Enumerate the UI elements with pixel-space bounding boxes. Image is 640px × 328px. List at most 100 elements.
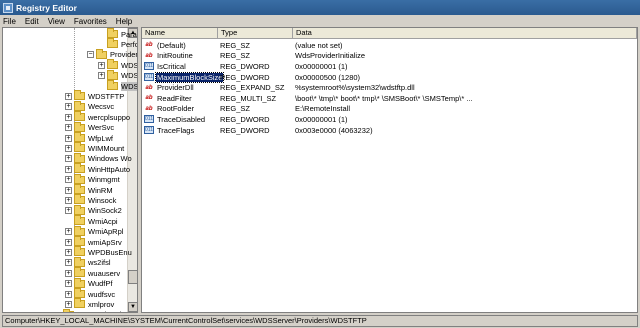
folder-icon bbox=[74, 246, 85, 257]
value-row[interactable]: 011 IsCritical REG_DWORD 0x00000001 (1) bbox=[142, 61, 637, 72]
menu-favorites[interactable]: Favorites bbox=[74, 17, 107, 26]
expand-icon[interactable]: + bbox=[65, 196, 72, 204]
folder-icon bbox=[74, 256, 85, 267]
tree-item[interactable]: MountedDevices bbox=[54, 308, 133, 312]
menu-edit[interactable]: Edit bbox=[25, 17, 39, 26]
tree-item[interactable]: + WerSvc bbox=[65, 121, 114, 133]
folder-icon bbox=[74, 163, 85, 174]
expand-icon[interactable]: + bbox=[65, 259, 72, 267]
expand-icon[interactable]: + bbox=[65, 290, 72, 298]
status-bar: Computer\HKEY_LOCAL_MACHINE\SYSTEM\Curre… bbox=[2, 315, 638, 327]
value-type-cell: REG_SZ bbox=[220, 40, 251, 50]
value-row[interactable]: 011 MaximumBlockSize REG_DWORD 0x00000500 (… bbox=[142, 71, 637, 83]
expand-icon[interactable]: + bbox=[65, 92, 72, 100]
tree-item[interactable]: Paramet bbox=[98, 28, 137, 39]
list-header: Name Type Data bbox=[142, 28, 637, 39]
expand-icon[interactable]: + bbox=[65, 228, 72, 236]
tree-item-label: Windows Wo bbox=[88, 154, 132, 164]
expand-icon[interactable]: + bbox=[65, 186, 72, 194]
folder-icon bbox=[74, 267, 85, 278]
expand-icon[interactable]: + bbox=[98, 61, 105, 69]
tree-item[interactable]: + Winsock bbox=[65, 194, 116, 205]
menu-file[interactable]: File bbox=[3, 17, 16, 26]
scroll-thumb[interactable] bbox=[128, 270, 137, 284]
column-header-data[interactable]: Data bbox=[293, 28, 637, 39]
value-type-cell: REG_SZ bbox=[220, 104, 251, 114]
folder-icon bbox=[74, 111, 85, 122]
expand-icon[interactable]: + bbox=[98, 72, 105, 80]
value-row[interactable]: ab ProviderDll REG_EXPAND_SZ %systemroot%\s… bbox=[142, 82, 637, 93]
tree-item[interactable]: + ws2ifsl bbox=[65, 256, 111, 268]
value-row[interactable]: ab ReadFilter REG_MULTI_SZ \boot\* \tmp\* b… bbox=[142, 93, 637, 104]
value-row[interactable]: ab (Default) REG_SZ (value not set) bbox=[142, 40, 637, 51]
tree-item-label: WDS bbox=[121, 60, 138, 70]
tree-item-label: Perform bbox=[121, 39, 137, 49]
tree-item-label: WPDBusEnu bbox=[88, 247, 132, 257]
expand-icon[interactable]: + bbox=[65, 155, 72, 163]
tree-item-label: xmlprov bbox=[88, 299, 115, 309]
expand-icon[interactable]: + bbox=[65, 248, 72, 256]
value-name-cell: 011 MaximumBlockSize bbox=[142, 71, 225, 83]
value-row[interactable]: 011 TraceFlags REG_DWORD 0x003e0000 (406323… bbox=[142, 125, 637, 136]
folder-icon bbox=[107, 59, 118, 70]
tree-item[interactable]: + WinRM bbox=[65, 184, 113, 195]
value-name: ReadFilter bbox=[157, 93, 192, 103]
value-data-cell: (value not set) bbox=[295, 40, 343, 50]
expand-icon[interactable]: + bbox=[65, 134, 72, 142]
tree-item[interactable]: + xmlprov bbox=[65, 298, 115, 309]
value-row[interactable]: ab RootFolder REG_SZ E:\RemoteInstall bbox=[142, 104, 637, 115]
folder-icon bbox=[96, 48, 107, 59]
tree-item[interactable]: + WDS bbox=[98, 69, 138, 81]
folder-icon bbox=[74, 236, 85, 246]
tree-item-label: WmiApRpl bbox=[88, 227, 124, 237]
string-value-icon: ab bbox=[145, 52, 153, 59]
binary-value-icon: 011 bbox=[144, 73, 154, 82]
value-name-cell: ab InitRoutine bbox=[142, 51, 218, 60]
key-tree[interactable]: ▲ ▼ ParametPerform−Provider+WDS+WDSWDS+W… bbox=[2, 27, 138, 313]
value-data-cell: 0x00000001 (1) bbox=[295, 114, 348, 124]
value-list[interactable]: Name Type Data ab (Default) REG_SZ (value n… bbox=[141, 27, 638, 313]
tree-item[interactable]: WDS bbox=[98, 80, 137, 91]
column-header-type[interactable]: Type bbox=[218, 28, 293, 39]
window-title: Registry Editor bbox=[16, 2, 77, 13]
value-name-cell: ab ReadFilter bbox=[142, 94, 218, 103]
menu-help[interactable]: Help bbox=[116, 17, 132, 26]
value-data-cell: E:\RemoteInstall bbox=[295, 104, 351, 114]
value-name-cell: ab RootFolder bbox=[142, 104, 218, 113]
tree-item[interactable]: Perform bbox=[98, 38, 137, 49]
expand-icon[interactable]: + bbox=[65, 176, 72, 184]
expand-icon[interactable]: + bbox=[65, 165, 72, 173]
tree-item[interactable]: + WDS bbox=[98, 59, 138, 70]
tree-item[interactable]: + Wecsvc bbox=[65, 100, 114, 112]
tree-item-label: WDS bbox=[121, 71, 138, 81]
tree-item[interactable]: + WfpLwf bbox=[65, 132, 113, 143]
expand-icon[interactable]: + bbox=[65, 238, 72, 246]
value-type-cell: REG_DWORD bbox=[220, 72, 270, 82]
expand-icon[interactable]: + bbox=[65, 300, 72, 308]
folder-icon bbox=[74, 215, 85, 226]
tree-item-label: wercplsuppo bbox=[88, 112, 131, 122]
folder-icon bbox=[74, 90, 85, 101]
expand-icon[interactable]: + bbox=[65, 103, 72, 111]
expand-icon[interactable]: + bbox=[65, 144, 72, 152]
value-row[interactable]: ab InitRoutine REG_SZ WdsProviderInitialize bbox=[142, 51, 637, 62]
value-name-cell: ab (Default) bbox=[142, 41, 218, 50]
column-header-name[interactable]: Name bbox=[142, 28, 218, 39]
expand-icon[interactable]: + bbox=[65, 280, 72, 288]
string-value-icon: ab bbox=[145, 84, 153, 91]
collapse-icon[interactable]: − bbox=[87, 51, 94, 59]
expand-icon[interactable]: + bbox=[65, 207, 72, 215]
expand-icon[interactable]: + bbox=[65, 269, 72, 277]
folder-icon bbox=[107, 38, 118, 49]
expand-icon[interactable]: + bbox=[65, 113, 72, 121]
value-row[interactable]: 011 TraceDisabled REG_DWORD 0x00000001 (1) bbox=[142, 114, 637, 125]
string-value-icon: ab bbox=[145, 105, 153, 112]
value-name-cell: 011 TraceDisabled bbox=[142, 115, 218, 124]
tree-item[interactable]: + WudfPf bbox=[65, 277, 112, 289]
tree-item[interactable]: + wudfsvc bbox=[65, 288, 115, 299]
menu-view[interactable]: View bbox=[48, 17, 65, 26]
folder-icon bbox=[74, 121, 85, 132]
expand-icon[interactable]: + bbox=[65, 124, 72, 132]
value-type-cell: REG_SZ bbox=[220, 51, 251, 61]
tree-item[interactable]: WmiAcpi bbox=[65, 215, 118, 226]
